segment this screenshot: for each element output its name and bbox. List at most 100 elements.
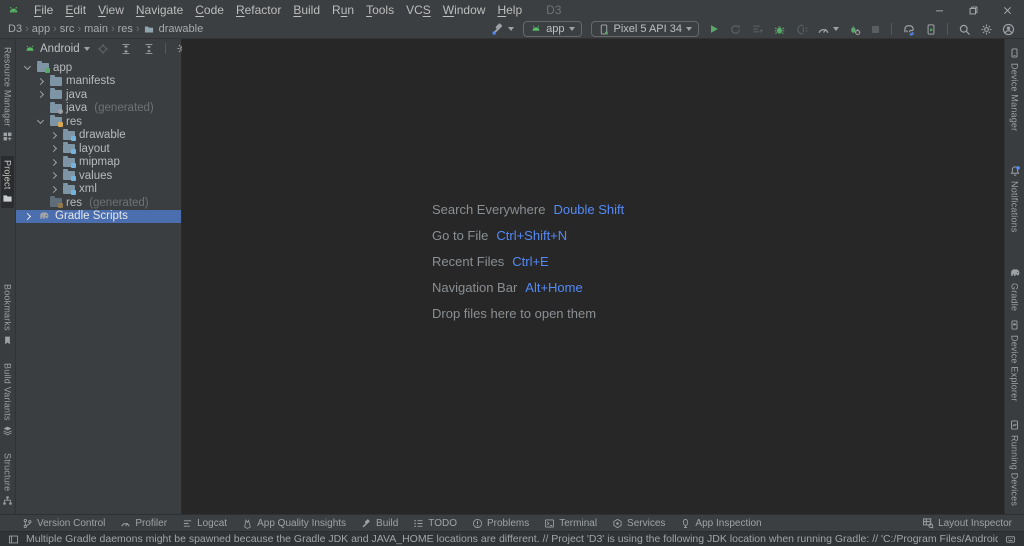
tree-item-java-generated[interactable]: java (generated) [16, 101, 181, 116]
tree-item-values[interactable]: values [16, 169, 181, 183]
shortcut-action: Search Everywhere [432, 201, 546, 217]
chevron-closed-icon[interactable] [35, 79, 46, 84]
chevron-closed-icon[interactable] [48, 146, 59, 151]
build-button[interactable] [488, 21, 517, 37]
event-log-icon[interactable] [1005, 534, 1016, 545]
settings-button[interactable] [977, 22, 996, 37]
chevron-closed-icon[interactable] [48, 160, 59, 165]
profile-profileable-button[interactable] [845, 22, 864, 37]
stop-button[interactable] [867, 23, 884, 36]
breadcrumb-item-drawable[interactable]: drawable [143, 23, 203, 35]
tool-window-button-app-quality-insights[interactable]: App Quality Insights [242, 518, 346, 529]
menu-edit[interactable]: Edit [59, 3, 92, 17]
menu-build[interactable]: Build [287, 3, 326, 17]
tree-item-manifests[interactable]: manifests [16, 74, 181, 89]
close-button[interactable] [990, 0, 1024, 20]
chevron-closed-icon[interactable] [22, 214, 33, 219]
tool-window-button-logcat[interactable]: Logcat [182, 518, 227, 529]
chevron-open-icon[interactable] [35, 120, 46, 123]
tree-item-layout[interactable]: layout [16, 142, 181, 156]
minimize-button[interactable] [922, 0, 956, 20]
tool-stripe-gradle[interactable]: Gradle [1007, 263, 1023, 315]
tool-window-button-problems[interactable]: Problems [472, 518, 529, 529]
tool-window-button-label: Problems [487, 517, 530, 529]
search-everywhere-button[interactable] [955, 22, 974, 37]
editor-area[interactable]: Search Everywhere Double Shift Go to File C… [182, 39, 1004, 514]
profiler-button[interactable] [814, 22, 842, 37]
attach-debugger-button[interactable] [792, 22, 811, 37]
menu-code[interactable]: Code [189, 3, 230, 17]
expand-all-button[interactable] [117, 42, 135, 56]
device-manager-mirror-button[interactable] [922, 22, 940, 37]
collapse-all-button[interactable] [140, 42, 158, 56]
breadcrumb-item-src[interactable]: src [60, 23, 75, 35]
apply-code-changes-button[interactable] [748, 22, 767, 37]
tool-window-button-profiler[interactable]: Profiler [120, 518, 167, 529]
run-config-select[interactable]: app [523, 21, 582, 37]
account-button[interactable] [999, 22, 1018, 37]
select-opened-file-button[interactable] [94, 42, 112, 56]
chevron-closed-icon[interactable] [35, 92, 46, 97]
tool-window-button-version-control[interactable]: Version Control [22, 518, 105, 529]
project-view-select[interactable]: Android [24, 43, 90, 55]
tool-stripe-label: Notifications [1009, 181, 1020, 233]
chevron-closed-icon[interactable] [48, 187, 59, 192]
tree-item-res-generated[interactable]: res (generated) [16, 196, 181, 210]
tool-stripe-build-variants[interactable]: Build Variants [1, 359, 14, 440]
breadcrumb-item-app[interactable]: app [32, 23, 50, 35]
shortcut-hint: Recent Files Ctrl+E [432, 248, 624, 274]
tool-window-button-layout-inspector[interactable]: Layout Inspector [922, 517, 1012, 529]
tool-window-button-todo[interactable]: TODO [413, 518, 457, 529]
tool-stripe-device-manager[interactable]: Device Manager [1008, 43, 1021, 135]
tree-item-mipmap[interactable]: mipmap [16, 155, 181, 170]
chevron-closed-icon[interactable] [48, 173, 59, 178]
tree-item-java[interactable]: java [16, 88, 181, 102]
tool-stripe-running-devices[interactable]: Running Devices [1008, 415, 1021, 510]
tool-window-button-build[interactable]: Build [361, 518, 398, 529]
device-select[interactable]: Pixel 5 API 34 [590, 21, 699, 37]
menu-tools[interactable]: Tools [360, 3, 400, 17]
tool-stripe-notifications[interactable]: Notifications [1008, 161, 1022, 237]
res-folder-icon [50, 115, 63, 128]
tool-stripe-resource-manager[interactable]: Resource Manager [1, 43, 14, 146]
tree-item-res[interactable]: res [16, 115, 181, 129]
attach-debugger-icon [795, 23, 808, 36]
tool-window-button-app-inspection[interactable]: App Inspection [680, 518, 762, 529]
tool-window-button-services[interactable]: Services [612, 518, 665, 529]
tool-stripe-bookmarks[interactable]: Bookmarks [1, 280, 14, 350]
tool-stripe-project[interactable]: Project [1, 155, 14, 209]
layout-inspector-icon [922, 517, 934, 529]
apply-changes-restart-activity-button[interactable] [726, 22, 745, 37]
menu-run[interactable]: Run [326, 3, 360, 17]
breadcrumb-label: D3 [8, 23, 23, 35]
tree-item-app[interactable]: app [16, 61, 181, 75]
breadcrumb-item-res[interactable]: res [118, 23, 133, 35]
shortcut-action: Recent Files [432, 253, 505, 269]
menu-help[interactable]: Help [491, 3, 528, 17]
tree-item-label: values [79, 169, 113, 182]
tree-item-label: res [66, 115, 82, 128]
breadcrumb-item-d3[interactable]: D3 [8, 23, 22, 35]
menu-window[interactable]: Window [437, 3, 492, 17]
run-button[interactable] [705, 22, 723, 36]
folder-icon [143, 24, 155, 35]
menu-vcs[interactable]: VCS [400, 3, 437, 17]
maximize-button[interactable] [956, 0, 990, 20]
tree-item-xml[interactable]: xml [16, 182, 181, 197]
menu-view[interactable]: View [92, 3, 130, 17]
tool-stripe-structure[interactable]: Structure [1, 449, 14, 510]
breadcrumb-item-main[interactable]: main [84, 23, 108, 35]
tool-stripe-device-explorer[interactable]: Device Explorer [1008, 315, 1021, 406]
chevron-closed-icon[interactable] [48, 133, 59, 138]
menu-file[interactable]: File [28, 3, 59, 17]
menu-navigate[interactable]: Navigate [130, 3, 189, 17]
chevron-open-icon[interactable] [22, 66, 33, 69]
breadcrumb-label: app [31, 23, 51, 35]
debug-button[interactable] [770, 22, 789, 37]
tree-item-gradle-scripts[interactable]: Gradle Scripts [16, 209, 181, 223]
tree-item-drawable[interactable]: drawable [16, 128, 181, 143]
menu-refactor[interactable]: Refactor [230, 3, 287, 17]
toolbar-actions [705, 22, 1018, 37]
tool-window-button-terminal[interactable]: Terminal [544, 518, 597, 529]
sync-project-with-gradle-files-button[interactable] [899, 22, 919, 37]
